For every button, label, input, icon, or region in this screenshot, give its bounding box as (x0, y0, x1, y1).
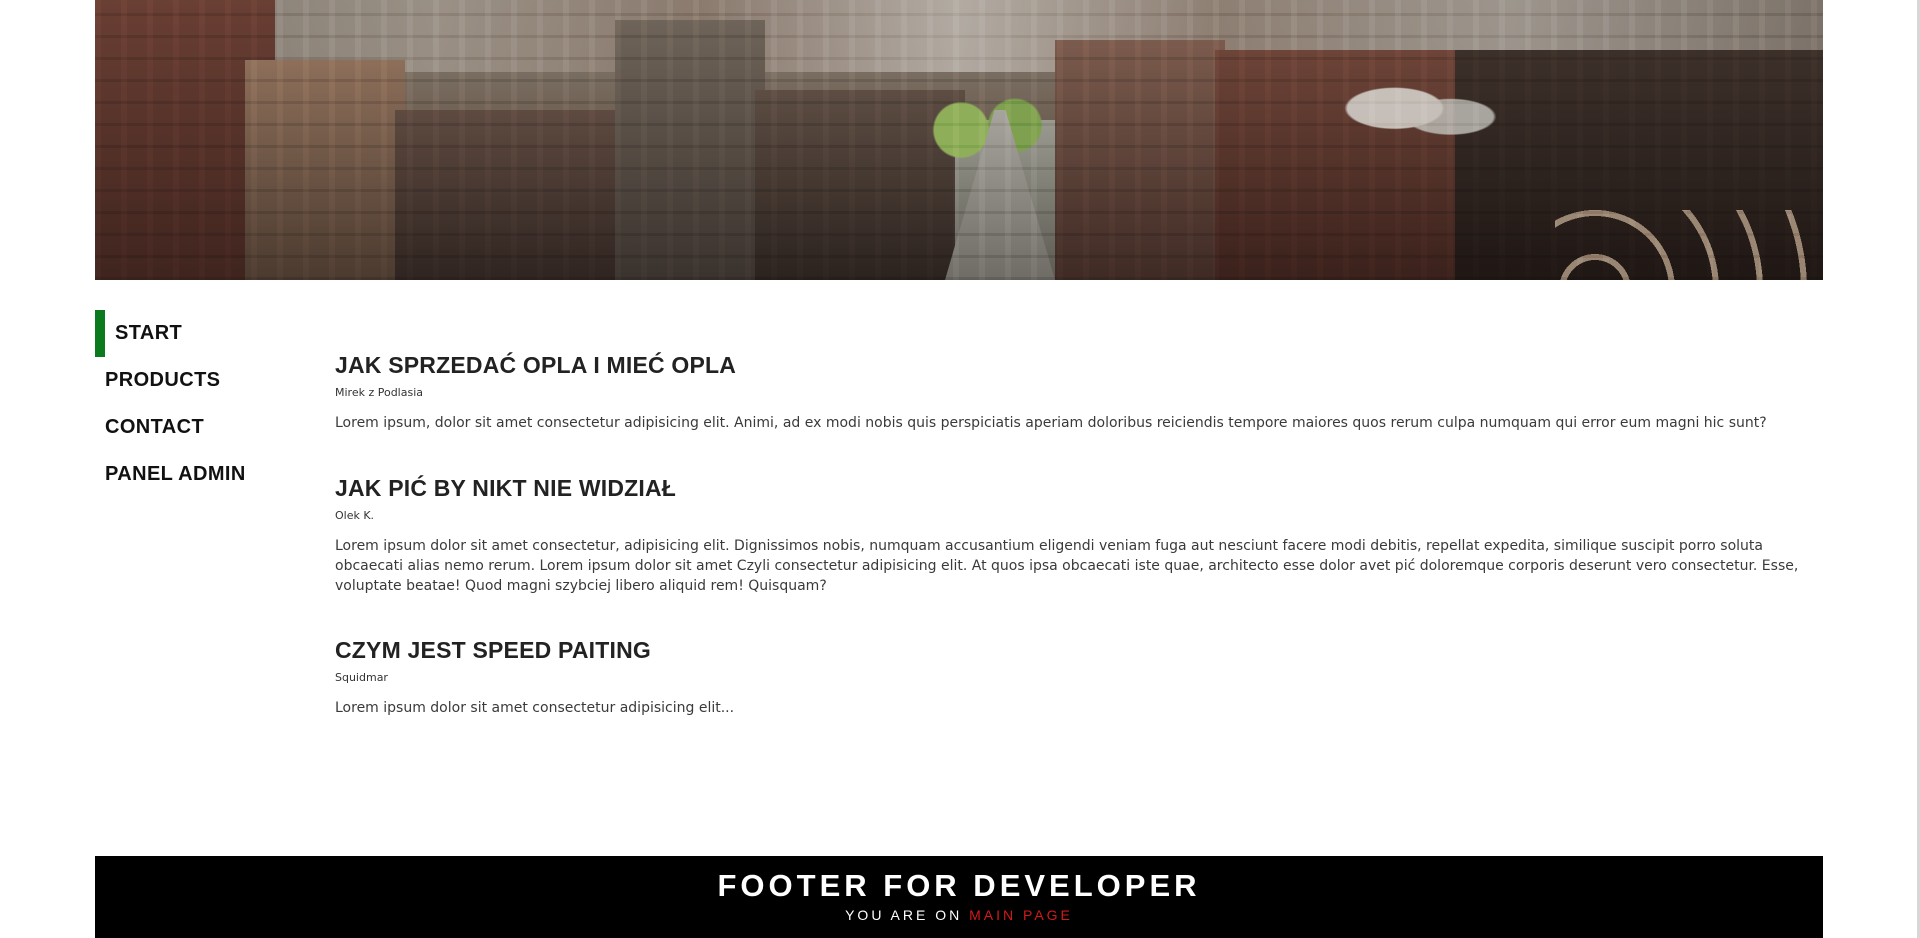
article-body: Lorem ipsum, dolor sit amet consectetur … (335, 415, 1767, 431)
nav-item-label: START (115, 322, 183, 344)
article-title: JAK SPRZEDAĆ OPLA I MIEĆ OPLA (335, 352, 737, 378)
footer-title: FOOTER FOR DEVELOPER (717, 868, 1201, 903)
nav-item-label: CONTACT (105, 416, 205, 438)
article-title: CZYM JEST SPEED PAITING (335, 637, 651, 663)
article-body: Lorem ipsum dolor sit amet consectetur a… (335, 700, 735, 716)
nav-item-label: PRODUCTS (105, 369, 221, 391)
nav-item-contact[interactable]: CONTACT (95, 404, 275, 451)
article: JAK SPRZEDAĆ OPLA I MIEĆ OPLA Mirek z Po… (335, 350, 1825, 447)
nav-item-start[interactable]: START (95, 310, 275, 357)
footer: FOOTER FOR DEVELOPER YOU ARE ON MAIN PAG… (95, 856, 1823, 938)
nav-item-products[interactable]: PRODUCTS (95, 357, 275, 404)
footer-subtitle-prefix: YOU ARE ON (845, 907, 963, 923)
article-title: JAK PIĆ BY NIKT NIE WIDZIAŁ (335, 475, 677, 501)
nav-item-label: PANEL ADMIN (105, 463, 246, 485)
article-author: Squidmar (335, 671, 388, 684)
article-author: Mirek z Podlasia (335, 386, 424, 399)
footer-current-page: MAIN PAGE (969, 907, 1073, 923)
article-author: Olek K. (335, 509, 375, 522)
window-texture (95, 0, 1823, 280)
article-body: Lorem ipsum dolor sit amet consectetur, … (335, 538, 1799, 594)
header-banner-image (95, 0, 1823, 280)
article: CZYM JEST SPEED PAITING Squidmar Lorem i… (335, 635, 1825, 732)
page: START PRODUCTS CONTACT PANEL ADMIN JAK S… (0, 0, 1920, 938)
article: JAK PIĆ BY NIKT NIE WIDZIAŁ Olek K. Lore… (335, 473, 1825, 610)
footer-subtitle: YOU ARE ON MAIN PAGE (95, 907, 1823, 923)
sidebar-nav: START PRODUCTS CONTACT PANEL ADMIN (95, 310, 275, 498)
nav-item-panel-admin[interactable]: PANEL ADMIN (95, 451, 275, 498)
